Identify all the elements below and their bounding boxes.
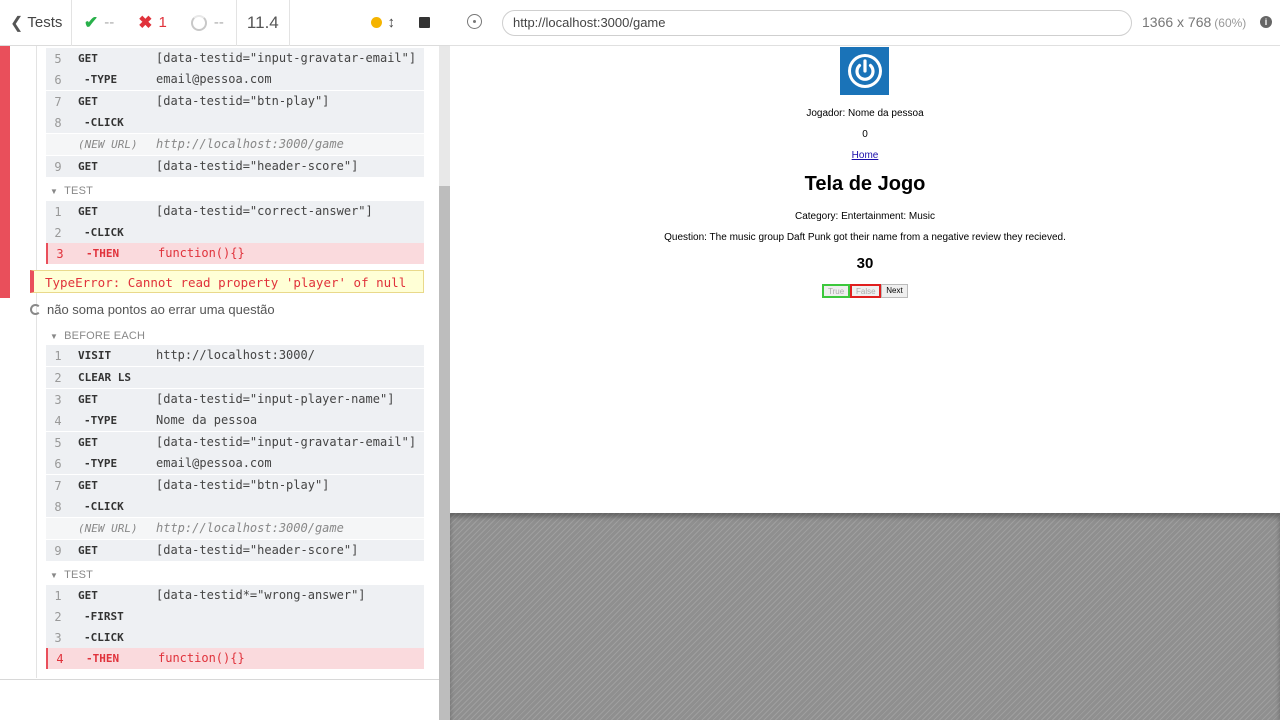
command-row[interactable]: 3 -CLICK: [46, 627, 424, 648]
cypress-runner: ❮ Tests ✔ -- ✖ 1 -- 11.4 ↕ 5 GET [data-t…: [0, 0, 1280, 720]
test-title[interactable]: não soma pontos ao errar uma questão: [30, 302, 275, 317]
header-player-name: Jogador: Nome da pessoa: [806, 108, 924, 119]
app-frame: Jogador: Nome da pessoa 0 Home Tela de J…: [450, 46, 1280, 513]
command-row[interactable]: 1 GET [data-testid="correct-answer"]: [46, 201, 424, 222]
tests-label: Tests: [27, 14, 63, 31]
url-bar: http://localhost:3000/game 1366 x 768 (60…: [450, 0, 1280, 46]
x-icon: ✖: [138, 12, 153, 32]
auto-scroll-icon[interactable]: ↕: [388, 14, 396, 31]
error-message[interactable]: TypeError: Cannot read property 'player'…: [30, 270, 424, 293]
new-url-row: (NEW URL) http://localhost:3000/game: [46, 518, 424, 539]
command-row[interactable]: 1 VISIT http://localhost:3000/: [46, 345, 424, 366]
collapse-icon: ▼: [50, 571, 59, 580]
circle-icon: [190, 14, 207, 31]
command-row[interactable]: 3 GET [data-testid="input-player-name"]: [46, 389, 424, 410]
scrollbar-thumb[interactable]: [439, 186, 450, 720]
command-row[interactable]: 6 -TYPE email@pessoa.com: [46, 453, 424, 474]
running-indicator-icon: [370, 17, 382, 28]
player-avatar: [840, 47, 889, 95]
command-log: 5 GET [data-testid="input-gravatar-email"]…: [0, 46, 439, 680]
before-each-label[interactable]: ▼ BEFORE EACH: [50, 330, 145, 342]
page-title: Tela de Jogo: [804, 173, 926, 195]
check-icon: ✔: [84, 12, 99, 32]
command-row[interactable]: 7 GET [data-testid="btn-play"]: [46, 91, 424, 112]
command-row[interactable]: 6 -TYPE email@pessoa.com: [46, 69, 424, 90]
next-button[interactable]: Next: [881, 284, 908, 298]
new-url-row: (NEW URL) http://localhost:3000/game: [46, 134, 424, 155]
info-icon[interactable]: i: [1260, 16, 1272, 28]
reporter-header: ❮ Tests ✔ -- ✖ 1 -- 11.4 ↕: [0, 0, 450, 46]
failed-command-row[interactable]: 4 -THEN function(){}: [46, 648, 424, 669]
command-row[interactable]: 2 CLEAR LS: [46, 367, 424, 388]
question-text: Question: The music group Daft Punk got …: [664, 232, 1066, 243]
command-row[interactable]: 9 GET [data-testid="header-score"]: [46, 540, 424, 561]
command-row[interactable]: 4 -TYPE Nome da pessoa: [46, 410, 424, 431]
tests-button[interactable]: ❮ Tests: [0, 0, 72, 46]
command-row[interactable]: 1 GET [data-testid*="wrong-answer"]: [46, 585, 424, 606]
collapse-icon: ▼: [50, 332, 59, 341]
url-display[interactable]: http://localhost:3000/game: [502, 10, 1132, 36]
header-score: 0: [862, 129, 868, 140]
question-category: Category: Entertainment: Music: [794, 211, 936, 222]
home-link: Home: [851, 150, 879, 161]
failed-command-row[interactable]: 3 -THEN function(){}: [46, 243, 424, 264]
duration: 11.4: [235, 0, 290, 46]
answer-options: True False Next: [822, 284, 908, 298]
command-row[interactable]: 5 GET [data-testid="input-gravatar-email"]: [46, 48, 424, 69]
passed-count: ✔ --: [84, 12, 115, 32]
timer: 30: [856, 255, 874, 272]
command-row[interactable]: 9 GET [data-testid="header-score"]: [46, 156, 424, 177]
selector-playground-icon[interactable]: [467, 14, 482, 29]
pending-count: --: [179, 0, 236, 46]
stop-button[interactable]: [419, 17, 430, 28]
command-row[interactable]: 8 -CLICK: [46, 496, 424, 517]
chevron-left-icon: ❮: [10, 14, 24, 32]
viewport-size: 1366 x 768 (60%): [1142, 14, 1247, 30]
test-section-label[interactable]: ▼ TEST: [50, 569, 93, 581]
reporter-scrollbar[interactable]: [439, 46, 450, 720]
empty-viewport-area: [450, 513, 1280, 720]
command-row[interactable]: 7 GET [data-testid="btn-play"]: [46, 475, 424, 496]
failed-test-indicator: [0, 46, 10, 298]
collapse-icon: ▼: [50, 187, 59, 196]
command-row[interactable]: 2 -FIRST: [46, 606, 424, 627]
correct-answer-button[interactable]: True: [822, 284, 850, 298]
command-row[interactable]: 8 -CLICK: [46, 112, 424, 133]
reporter-panel: ❮ Tests ✔ -- ✖ 1 -- 11.4 ↕ 5 GET [data-t…: [0, 0, 450, 720]
running-spinner-icon: [30, 304, 41, 315]
test-section-label[interactable]: ▼ TEST: [50, 185, 93, 197]
wrong-answer-button[interactable]: False: [850, 284, 881, 298]
app-preview: http://localhost:3000/game 1366 x 768 (60…: [450, 0, 1280, 720]
failed-count: ✖ 1: [138, 12, 167, 32]
power-icon: [847, 54, 882, 88]
command-row[interactable]: 2 -CLICK: [46, 222, 424, 243]
command-row[interactable]: 5 GET [data-testid="input-gravatar-email"]: [46, 432, 424, 453]
